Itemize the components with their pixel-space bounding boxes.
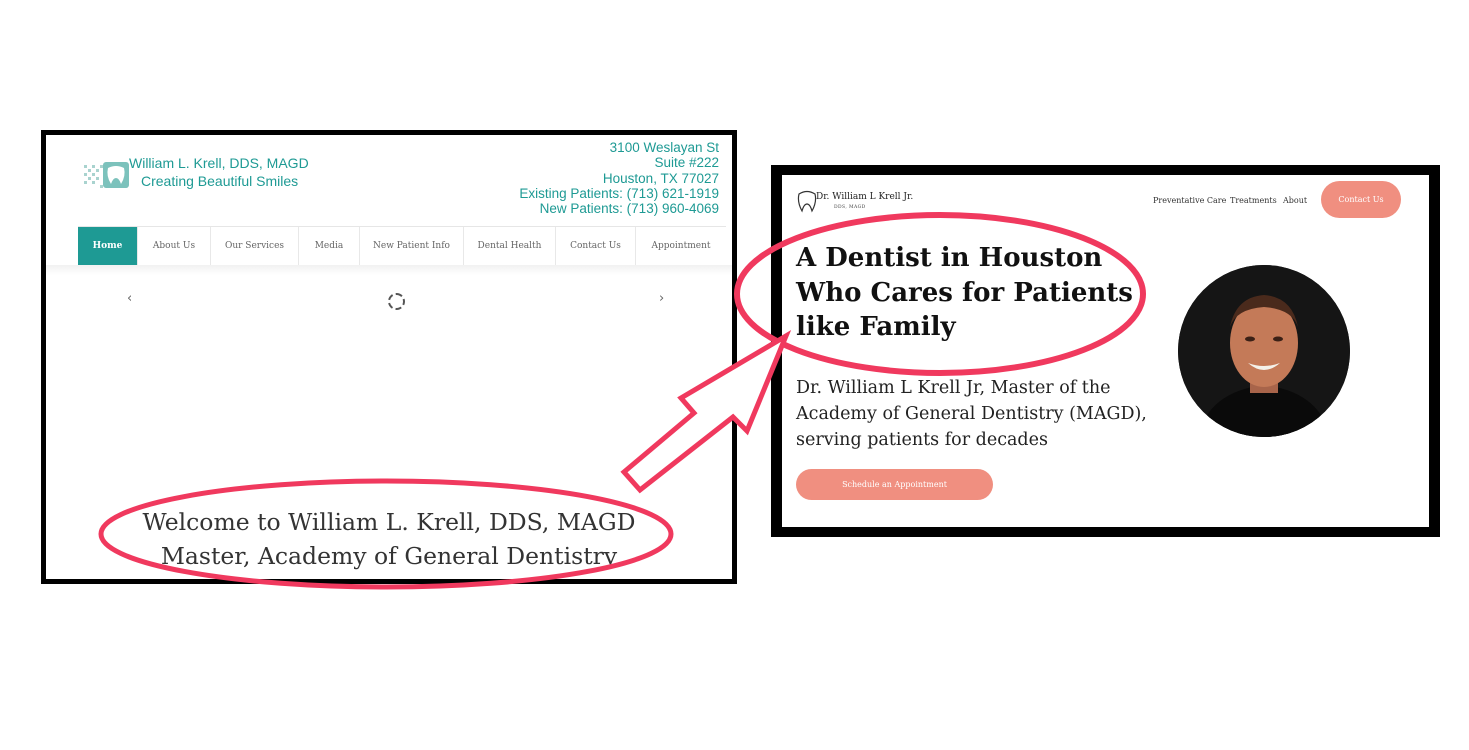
comparison-arrow-icon: [620, 330, 792, 494]
highlight-ellipse-welcome: [98, 478, 674, 590]
annotation-overlay: [98, 212, 1146, 590]
highlight-ellipse-headline: [734, 212, 1146, 376]
